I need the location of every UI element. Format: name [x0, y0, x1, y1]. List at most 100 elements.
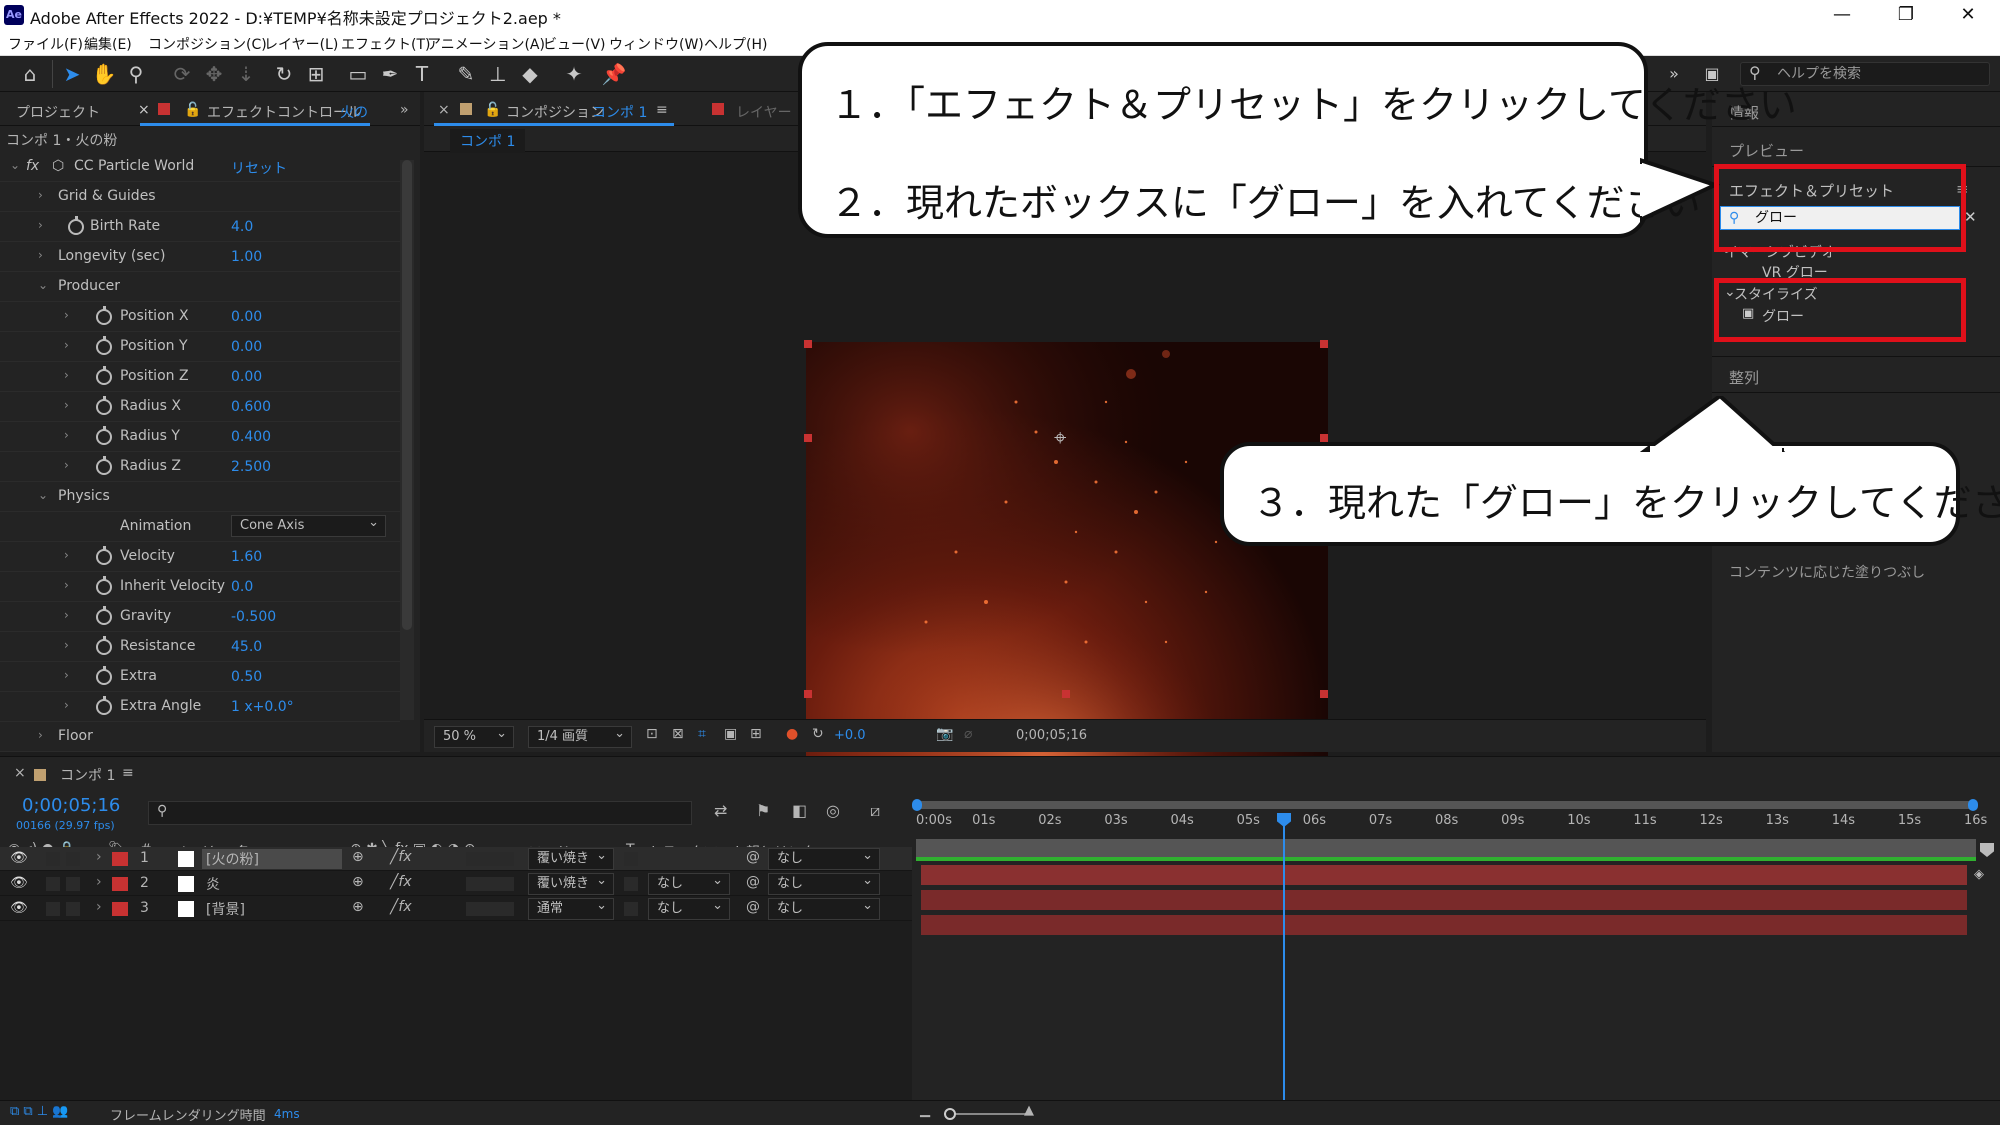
layer-switches[interactable] — [466, 852, 514, 866]
shy-switch-icon[interactable]: ⊕ — [352, 849, 364, 865]
stopwatch-icon[interactable] — [96, 336, 112, 355]
blend-mode-dropdown[interactable]: 覆い焼き — [528, 846, 614, 870]
property-value[interactable]: 1.00 — [231, 249, 262, 265]
chevron-right-icon[interactable]: › — [64, 638, 69, 652]
pan-camera-tool-icon[interactable]: ✥ — [200, 60, 228, 88]
playhead[interactable] — [1277, 813, 1291, 1101]
zoom-out-icon[interactable]: ▁ — [920, 1103, 930, 1118]
effect-property-row[interactable]: › Floor — [0, 722, 400, 752]
stopwatch-icon[interactable] — [96, 366, 112, 385]
effect-property-row[interactable]: › Radius Y 0.400 — [0, 422, 400, 452]
layer-row[interactable]: 👁 › 3 [背景] ⊕ ╱fx 通常 なし @ なし — [0, 896, 912, 921]
comp-chip[interactable]: コンポ 1 — [450, 129, 526, 153]
property-value[interactable]: 0.50 — [231, 669, 262, 685]
brush-tool-icon[interactable]: ✎ — [452, 60, 480, 88]
tab-effect-controls[interactable]: エフェクトコントロール — [207, 102, 361, 122]
parent-dropdown[interactable]: なし — [768, 871, 880, 895]
layer-name[interactable]: [火の粉] — [202, 849, 342, 869]
chevron-right-icon[interactable]: › — [64, 368, 69, 382]
roto-brush-tool-icon[interactable]: ✦ — [560, 60, 588, 88]
effect-property-row[interactable]: › Radius Z 2.500 — [0, 452, 400, 482]
lock-toggle[interactable] — [66, 902, 80, 916]
chevron-right-icon[interactable]: › — [64, 608, 69, 622]
channel-icon[interactable]: ● — [786, 726, 798, 742]
layer-duration-bar[interactable] — [921, 915, 1967, 935]
stopwatch-icon[interactable] — [96, 666, 112, 685]
chevron-down-icon[interactable]: ⌄ — [38, 488, 48, 502]
reset-exposure-icon[interactable]: ↻ — [812, 726, 824, 742]
preserve-transparency-toggle[interactable] — [624, 902, 638, 916]
fx-switch-icon[interactable]: ╱fx — [390, 849, 412, 865]
tab-project[interactable]: プロジェクト — [16, 102, 100, 122]
menu-help[interactable]: ヘルプ(H) — [704, 34, 767, 54]
stopwatch-icon[interactable] — [96, 306, 112, 325]
preview-panel-label[interactable]: プレビュー — [1729, 140, 1804, 161]
layer-name[interactable]: 炎 — [202, 874, 342, 894]
menu-window[interactable]: ウィンドウ(W) — [609, 34, 704, 54]
blend-mode-dropdown[interactable]: 通常 — [528, 896, 614, 920]
type-tool-icon[interactable]: T — [408, 60, 436, 88]
chevron-right-icon[interactable]: › — [38, 188, 43, 202]
resolution-dropdown[interactable]: 1/4 画質 — [528, 724, 632, 748]
property-value[interactable]: -0.500 — [231, 609, 276, 625]
stopwatch-icon[interactable] — [68, 216, 84, 235]
effect-property-row[interactable]: › Velocity 1.60 — [0, 542, 400, 572]
shy-switch-icon[interactable]: ⊕ — [352, 874, 364, 890]
stopwatch-icon[interactable] — [96, 546, 112, 565]
menu-animation[interactable]: アニメーション(A) — [427, 34, 545, 54]
property-value[interactable]: 1.60 — [231, 549, 262, 565]
menu-file[interactable]: ファイル(F) — [8, 34, 83, 54]
solo-toggle[interactable] — [46, 852, 60, 866]
chevron-right-icon[interactable]: › — [38, 728, 43, 742]
guides-icon[interactable]: ⊞ — [750, 726, 762, 742]
timeline-zoom-slider[interactable] — [944, 1108, 1030, 1120]
effect-property-row[interactable]: › Position X 0.00 — [0, 302, 400, 332]
anchor-point-icon[interactable]: ⌖ — [1054, 426, 1066, 451]
comp-lock-icon[interactable]: 🔓 — [484, 102, 501, 118]
comp-menu-icon[interactable]: ≡ — [656, 102, 668, 118]
layer-row[interactable]: 👁 › 2 炎 ⊕ ╱fx 覆い焼き なし @ なし — [0, 871, 912, 896]
zoom-in-icon[interactable]: ▲ — [1024, 1103, 1034, 1118]
chevron-right-icon[interactable]: › — [38, 248, 43, 262]
lock-toggle[interactable] — [66, 852, 80, 866]
fx-switch-icon[interactable]: ╱fx — [390, 874, 412, 890]
reset-link[interactable]: リセット — [231, 158, 287, 178]
region-of-interest-icon[interactable]: ▣ — [724, 726, 737, 742]
tab-effect-controls-target[interactable]: 火の — [340, 102, 368, 122]
maximize-button[interactable]: ❐ — [1886, 2, 1926, 28]
chevron-right-icon[interactable]: › — [64, 338, 69, 352]
eraser-tool-icon[interactable]: ◆ — [516, 60, 544, 88]
collapse-arrow-icon[interactable]: ⌄ — [10, 158, 20, 172]
effect-property-row[interactable]: Animation Cone Axis — [0, 512, 400, 542]
effect-property-row[interactable]: › Position Z 0.00 — [0, 362, 400, 392]
property-value[interactable]: 2.500 — [231, 459, 271, 475]
pick-whip-icon[interactable]: @ — [746, 849, 760, 865]
transparency-grid-icon[interactable]: ⊠ — [672, 726, 684, 742]
stopwatch-icon[interactable] — [96, 696, 112, 715]
chevron-right-icon[interactable]: › — [64, 668, 69, 682]
effect-property-row[interactable]: › Resistance 45.0 — [0, 632, 400, 662]
chevron-right-icon[interactable]: › — [64, 308, 69, 322]
effect-property-row[interactable]: › Radius X 0.600 — [0, 392, 400, 422]
property-value[interactable]: 0.00 — [231, 309, 262, 325]
lock-icon[interactable]: 🔓 — [184, 102, 201, 118]
property-value[interactable]: 0.400 — [231, 429, 271, 445]
chevron-down-icon[interactable]: ⌄ — [38, 278, 48, 292]
exposure-value[interactable]: +0.0 — [834, 728, 866, 743]
timeline-end-marker-icon[interactable] — [1980, 843, 1994, 857]
layer-switches[interactable] — [466, 902, 514, 916]
tab-composition-name[interactable]: コンポ 1 — [592, 102, 647, 122]
menu-edit[interactable]: 編集(E) — [84, 34, 132, 54]
layer-label-color[interactable] — [112, 902, 128, 916]
layer-label-color[interactable] — [112, 852, 128, 866]
preserve-transparency-toggle[interactable] — [624, 852, 638, 866]
puppet-pin-tool-icon[interactable]: 📌 — [600, 60, 628, 88]
eye-icon[interactable]: 👁 — [10, 875, 28, 891]
layer-name[interactable]: [背景] — [202, 899, 342, 919]
track-matte-dropdown[interactable]: なし — [648, 896, 730, 920]
render-status-icons[interactable]: ⧉ ⧉ ⊥ 👥 — [10, 1104, 68, 1119]
stopwatch-icon[interactable] — [96, 426, 112, 445]
property-value[interactable]: 0.00 — [231, 369, 262, 385]
effect-property-row[interactable]: › Grid & Guides — [0, 182, 400, 212]
align-panel-label[interactable]: 整列 — [1729, 367, 1759, 388]
